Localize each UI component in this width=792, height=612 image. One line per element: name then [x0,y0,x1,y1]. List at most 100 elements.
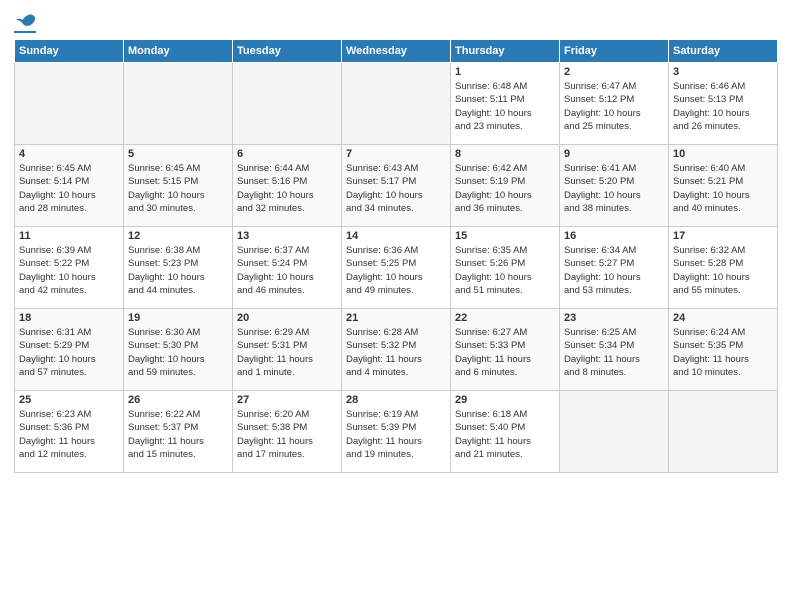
day-number: 14 [346,230,446,242]
day-info: Sunrise: 6:48 AMSunset: 5:11 PMDaylight:… [455,80,555,133]
calendar-table: SundayMondayTuesdayWednesdayThursdayFrid… [14,39,778,473]
day-info: Sunrise: 6:24 AMSunset: 5:35 PMDaylight:… [673,326,773,379]
calendar-header-thursday: Thursday [451,40,560,63]
day-number: 18 [19,312,119,324]
calendar-cell: 6 Sunrise: 6:44 AMSunset: 5:16 PMDaylight… [233,145,342,227]
day-info: Sunrise: 6:18 AMSunset: 5:40 PMDaylight:… [455,408,555,461]
day-number: 26 [128,394,228,406]
day-number: 17 [673,230,773,242]
day-number: 2 [564,66,664,78]
calendar-body: 1 Sunrise: 6:48 AMSunset: 5:11 PMDaylight… [15,63,778,473]
day-number: 4 [19,148,119,160]
day-info: Sunrise: 6:38 AMSunset: 5:23 PMDaylight:… [128,244,228,297]
day-info: Sunrise: 6:32 AMSunset: 5:28 PMDaylight:… [673,244,773,297]
calendar-cell: 17 Sunrise: 6:32 AMSunset: 5:28 PMDayligh… [669,227,778,309]
calendar-cell [233,63,342,145]
calendar-header-saturday: Saturday [669,40,778,63]
calendar-cell: 3 Sunrise: 6:46 AMSunset: 5:13 PMDaylight… [669,63,778,145]
logo-underline [14,31,36,33]
calendar-cell: 18 Sunrise: 6:31 AMSunset: 5:29 PMDayligh… [15,309,124,391]
day-number: 27 [237,394,337,406]
calendar-cell: 4 Sunrise: 6:45 AMSunset: 5:14 PMDaylight… [15,145,124,227]
calendar-header-friday: Friday [560,40,669,63]
calendar-cell [560,391,669,473]
day-number: 23 [564,312,664,324]
day-info: Sunrise: 6:40 AMSunset: 5:21 PMDaylight:… [673,162,773,215]
calendar-cell: 25Sunrise: 6:23 AMSunset: 5:36 PMDayligh… [15,391,124,473]
day-number: 15 [455,230,555,242]
calendar-cell: 5Sunrise: 6:45 AMSunset: 5:15 PMDaylight… [124,145,233,227]
calendar-cell: 10 Sunrise: 6:40 AMSunset: 5:21 PMDayligh… [669,145,778,227]
day-number: 3 [673,66,773,78]
day-number: 7 [346,148,446,160]
day-info: Sunrise: 6:31 AMSunset: 5:29 PMDaylight:… [19,326,119,379]
calendar-header-sunday: Sunday [15,40,124,63]
calendar-cell [15,63,124,145]
calendar-cell: 8Sunrise: 6:42 AMSunset: 5:19 PMDaylight… [451,145,560,227]
calendar-week-1: 1 Sunrise: 6:48 AMSunset: 5:11 PMDaylight… [15,63,778,145]
day-number: 22 [455,312,555,324]
day-info: Sunrise: 6:35 AMSunset: 5:26 PMDaylight:… [455,244,555,297]
day-number: 6 [237,148,337,160]
calendar-cell: 1 Sunrise: 6:48 AMSunset: 5:11 PMDaylight… [451,63,560,145]
calendar-cell: 23 Sunrise: 6:25 AMSunset: 5:34 PMDayligh… [560,309,669,391]
day-info: Sunrise: 6:20 AMSunset: 5:38 PMDaylight:… [237,408,337,461]
day-number: 5 [128,148,228,160]
calendar-week-3: 11 Sunrise: 6:39 AMSunset: 5:22 PMDayligh… [15,227,778,309]
calendar-header-wednesday: Wednesday [342,40,451,63]
day-info: Sunrise: 6:45 AMSunset: 5:14 PMDaylight:… [19,162,119,215]
calendar-header-tuesday: Tuesday [233,40,342,63]
day-info: Sunrise: 6:47 AMSunset: 5:12 PMDaylight:… [564,80,664,133]
calendar-week-2: 4 Sunrise: 6:45 AMSunset: 5:14 PMDaylight… [15,145,778,227]
page-container: SundayMondayTuesdayWednesdayThursdayFrid… [0,0,792,481]
day-number: 10 [673,148,773,160]
calendar-cell: 29Sunrise: 6:18 AMSunset: 5:40 PMDayligh… [451,391,560,473]
day-number: 9 [564,148,664,160]
day-info: Sunrise: 6:28 AMSunset: 5:32 PMDaylight:… [346,326,446,379]
day-number: 21 [346,312,446,324]
calendar-cell: 22 Sunrise: 6:27 AMSunset: 5:33 PMDayligh… [451,309,560,391]
calendar-cell: 14Sunrise: 6:36 AMSunset: 5:25 PMDayligh… [342,227,451,309]
calendar-cell: 26 Sunrise: 6:22 AMSunset: 5:37 PMDayligh… [124,391,233,473]
calendar-cell: 13Sunrise: 6:37 AMSunset: 5:24 PMDayligh… [233,227,342,309]
calendar-cell: 28Sunrise: 6:19 AMSunset: 5:39 PMDayligh… [342,391,451,473]
calendar-cell: 24 Sunrise: 6:24 AMSunset: 5:35 PMDayligh… [669,309,778,391]
day-number: 1 [455,66,555,78]
day-info: Sunrise: 6:22 AMSunset: 5:37 PMDaylight:… [128,408,228,461]
calendar-cell: 21 Sunrise: 6:28 AMSunset: 5:32 PMDayligh… [342,309,451,391]
day-number: 24 [673,312,773,324]
calendar-cell: 27 Sunrise: 6:20 AMSunset: 5:38 PMDayligh… [233,391,342,473]
day-info: Sunrise: 6:41 AMSunset: 5:20 PMDaylight:… [564,162,664,215]
calendar-header-row: SundayMondayTuesdayWednesdayThursdayFrid… [15,40,778,63]
day-info: Sunrise: 6:25 AMSunset: 5:34 PMDaylight:… [564,326,664,379]
calendar-cell [124,63,233,145]
calendar-cell: 9 Sunrise: 6:41 AMSunset: 5:20 PMDaylight… [560,145,669,227]
calendar-cell [669,391,778,473]
calendar-cell: 20Sunrise: 6:29 AMSunset: 5:31 PMDayligh… [233,309,342,391]
day-info: Sunrise: 6:34 AMSunset: 5:27 PMDaylight:… [564,244,664,297]
day-number: 16 [564,230,664,242]
day-number: 11 [19,230,119,242]
logo [14,10,36,33]
calendar-cell [342,63,451,145]
day-info: Sunrise: 6:37 AMSunset: 5:24 PMDaylight:… [237,244,337,297]
header [14,10,778,33]
day-info: Sunrise: 6:44 AMSunset: 5:16 PMDaylight:… [237,162,337,215]
day-info: Sunrise: 6:39 AMSunset: 5:22 PMDaylight:… [19,244,119,297]
day-info: Sunrise: 6:27 AMSunset: 5:33 PMDaylight:… [455,326,555,379]
day-info: Sunrise: 6:46 AMSunset: 5:13 PMDaylight:… [673,80,773,133]
calendar-week-5: 25Sunrise: 6:23 AMSunset: 5:36 PMDayligh… [15,391,778,473]
calendar-cell: 15 Sunrise: 6:35 AMSunset: 5:26 PMDayligh… [451,227,560,309]
day-number: 19 [128,312,228,324]
calendar-cell: 19Sunrise: 6:30 AMSunset: 5:30 PMDayligh… [124,309,233,391]
calendar-week-4: 18 Sunrise: 6:31 AMSunset: 5:29 PMDayligh… [15,309,778,391]
day-info: Sunrise: 6:42 AMSunset: 5:19 PMDaylight:… [455,162,555,215]
day-info: Sunrise: 6:23 AMSunset: 5:36 PMDaylight:… [19,408,119,461]
day-number: 28 [346,394,446,406]
day-number: 12 [128,230,228,242]
day-info: Sunrise: 6:43 AMSunset: 5:17 PMDaylight:… [346,162,446,215]
calendar-cell: 2 Sunrise: 6:47 AMSunset: 5:12 PMDaylight… [560,63,669,145]
calendar-cell: 12 Sunrise: 6:38 AMSunset: 5:23 PMDayligh… [124,227,233,309]
calendar-header-monday: Monday [124,40,233,63]
day-number: 20 [237,312,337,324]
